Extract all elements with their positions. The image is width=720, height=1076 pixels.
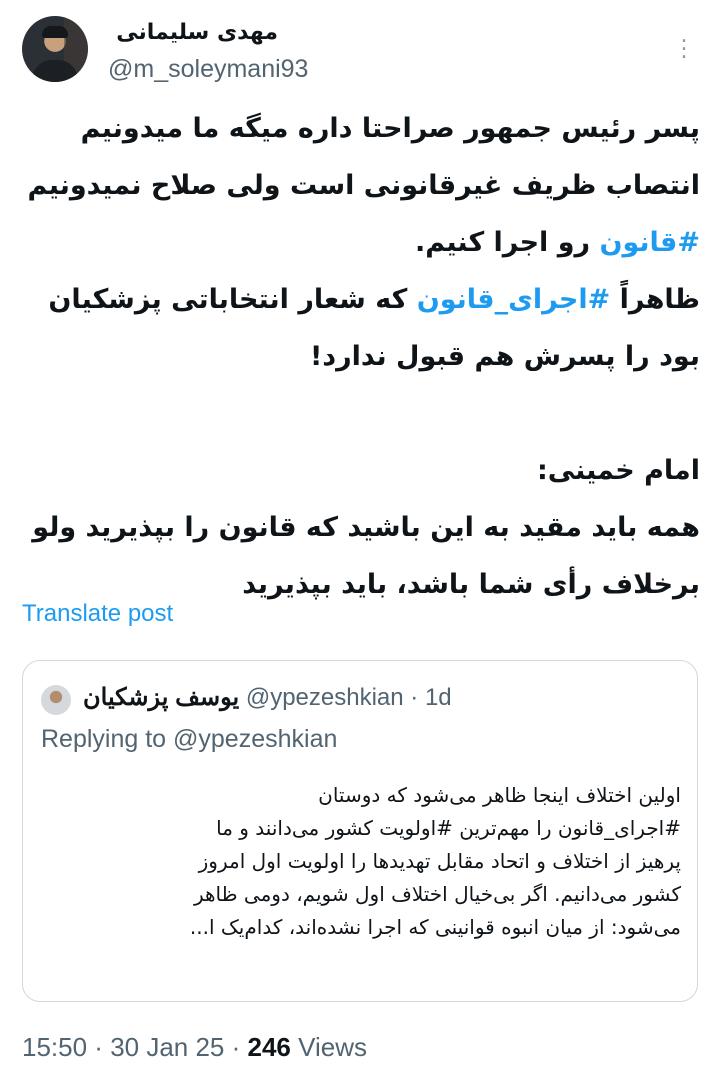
quoted-author-name: یوسف پزشکیان — [83, 684, 240, 711]
quoted-line: پرهیز از اختلاف و اتحاد مقابل تهدیدها را… — [198, 849, 681, 873]
tweet-text: پسر رئیس جمهور صراحتا داره میگه ما میدون… — [18, 100, 700, 613]
tweet-date[interactable]: 30 Jan 25 — [110, 1032, 224, 1062]
views-count: 246 — [247, 1032, 291, 1062]
tweet-line: همه باید مقید به این باشید که قانون را ب… — [32, 512, 700, 543]
replying-to-label: Replying to @ypezeshkian — [41, 725, 338, 753]
views-label: Views — [298, 1032, 368, 1062]
tweet-time[interactable]: 15:50 — [22, 1032, 87, 1062]
tweet-line: ظاهراً #اجرای_قانون که شعار انتخاباتی پز… — [48, 284, 700, 315]
hashtag-link[interactable]: #اجرای_قانون — [417, 284, 611, 315]
quoted-line: کشور می‌دانیم. اگر بی‌خیال اختلاف اول شو… — [193, 882, 681, 906]
quoted-tweet-text: اولین اختلاف اینجا ظاهر می‌شود که دوستان… — [41, 779, 681, 944]
author-username[interactable]: @m_soleymani93 — [108, 55, 308, 84]
quoted-line: می‌شود: از میان انبوه قوانینی که اجرا نش… — [189, 915, 681, 939]
quoted-line: #اجرای_قانون را مهم‌ترین #اولویت کشور می… — [216, 816, 681, 840]
author-avatar[interactable] — [22, 16, 88, 82]
quoted-tweet-header: یوسف پزشکیان @ypezeshkian · 1d — [83, 683, 452, 712]
author-display-name[interactable]: مهدی سلیمانی — [108, 20, 278, 45]
tweet-line: #قانون رو اجرا کنیم. — [414, 227, 700, 258]
quoted-author-handle: @ypezeshkian — [245, 684, 404, 711]
tweet-metadata: 15:50 · 30 Jan 25 · 246 Views — [22, 1032, 368, 1062]
quoted-tweet-time: · 1d — [403, 684, 452, 711]
tweet-line: پسر رئیس جمهور صراحتا داره میگه ما میدون… — [80, 113, 700, 144]
tweet-line: بود را پسرش هم قبول ندارد! — [309, 341, 700, 372]
more-options-icon[interactable]: ... — [672, 25, 696, 63]
hashtag-link[interactable]: #قانون — [599, 227, 700, 258]
translate-post-link[interactable]: Translate post — [22, 600, 173, 628]
quoted-tweet-card[interactable]: یوسف پزشکیان @ypezeshkian · 1d Replying … — [22, 660, 698, 1002]
tweet-line: امام خمینی: — [536, 455, 700, 486]
quoted-author-avatar — [41, 685, 71, 715]
tweet-line: انتصاب ظریف غیرقانونی است ولی صلاح نمیدو… — [27, 170, 700, 201]
quoted-line: اولین اختلاف اینجا ظاهر می‌شود که دوستان — [318, 783, 681, 807]
